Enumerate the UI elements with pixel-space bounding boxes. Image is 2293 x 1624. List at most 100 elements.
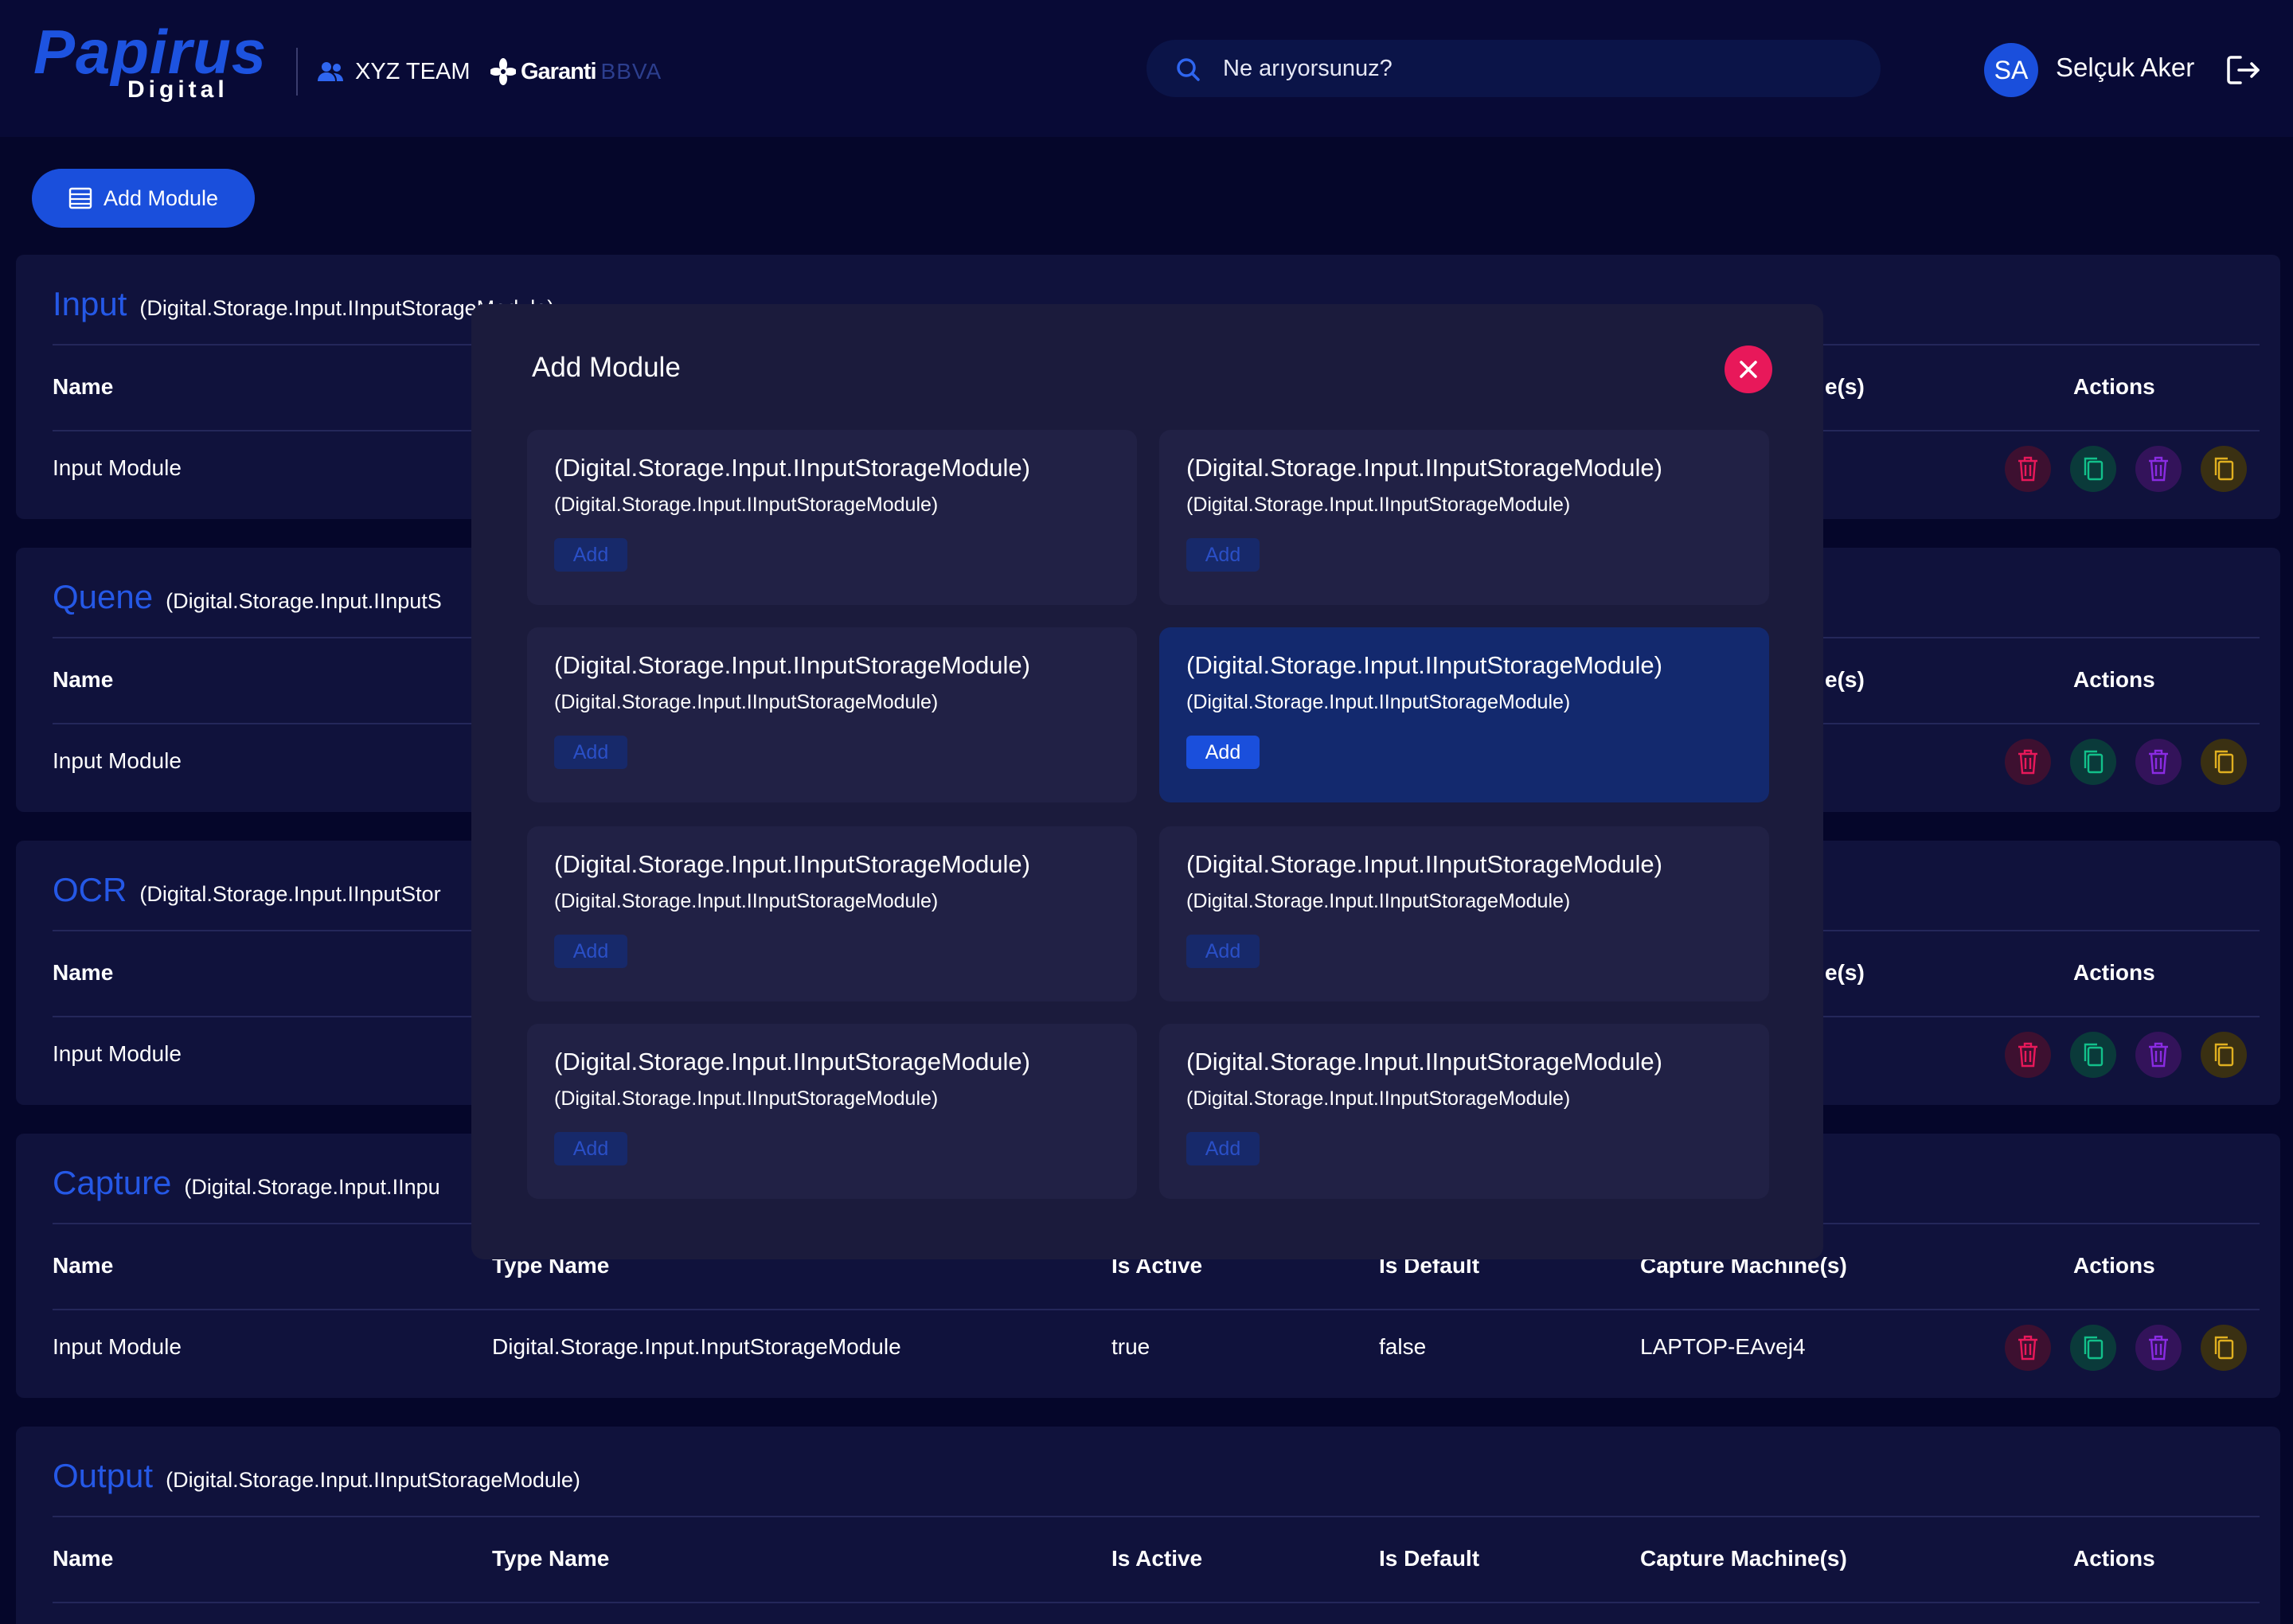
module-card[interactable]: (Digital.Storage.Input.IInputStorageModu…: [527, 627, 1137, 802]
add-button[interactable]: Add: [1186, 736, 1260, 769]
column-header-actions: Actions: [2073, 960, 2155, 985]
card-subtitle: (Digital.Storage.Input.IInputStorageModu…: [1186, 1087, 1571, 1110]
delete-button[interactable]: [2005, 739, 2051, 785]
users-icon: [318, 62, 343, 81]
delete-button[interactable]: [2135, 1032, 2182, 1078]
module-card[interactable]: (Digital.Storage.Input.IInputStorageModu…: [1159, 826, 1769, 1001]
column-header-type-name: Type Name: [492, 1546, 610, 1571]
add-button[interactable]: Add: [554, 538, 627, 572]
copy-icon: [2084, 750, 2104, 774]
team-selector[interactable]: XYZ TEAM: [317, 54, 471, 89]
copy-icon: [2084, 457, 2104, 481]
column-header-name: Name: [53, 1253, 114, 1278]
row-actions: [2005, 446, 2247, 492]
card-title: (Digital.Storage.Input.IInputStorageModu…: [554, 1048, 1030, 1076]
close-icon: [1740, 361, 1757, 378]
column-header-actions: Actions: [2073, 1546, 2155, 1571]
trash-icon: [2149, 749, 2168, 775]
add-button[interactable]: Add: [554, 1132, 627, 1165]
header-divider: [296, 48, 298, 96]
add-module-label: Add Module: [103, 185, 219, 210]
row-actions: [2005, 1032, 2247, 1078]
row-name: Input Module: [53, 455, 182, 480]
section-divider: [53, 1602, 2260, 1603]
trash-icon: [2149, 1335, 2168, 1360]
search-icon: [1177, 58, 1200, 81]
section-type: (Digital.Storage.Input.IInpu: [184, 1175, 440, 1199]
bank-logo: Garanti BBVA: [490, 54, 662, 89]
section-title: Quene: [53, 578, 154, 615]
section-heading: Capture (Digital.Storage.Input.IInpu: [53, 1164, 440, 1202]
copy-button[interactable]: [2070, 446, 2116, 492]
module-card[interactable]: (Digital.Storage.Input.IInputStorageModu…: [527, 430, 1137, 605]
column-header-capture-machines: Capture Machine(s): [1640, 1546, 1847, 1571]
card-subtitle: (Digital.Storage.Input.IInputStorageModu…: [1186, 890, 1571, 912]
column-header-actions: Actions: [2073, 667, 2155, 692]
module-card[interactable]: (Digital.Storage.Input.IInputStorageModu…: [1159, 430, 1769, 605]
trash-icon: [2018, 749, 2037, 775]
row-is-active: true: [1111, 1334, 1150, 1359]
copy-button[interactable]: [2201, 446, 2247, 492]
trash-icon: [2018, 1335, 2037, 1360]
papirus-logo[interactable]: Papirus Digital: [33, 21, 272, 108]
module-section-output: Output (Digital.Storage.Input.IInputStor…: [16, 1427, 2280, 1624]
close-button[interactable]: [1725, 345, 1772, 393]
username[interactable]: Selçuk Aker: [2056, 53, 2194, 83]
module-card[interactable]: (Digital.Storage.Input.IInputStorageModu…: [527, 826, 1137, 1001]
copy-button[interactable]: [2201, 1032, 2247, 1078]
row-type-name: Digital.Storage.Input.InputStorageModule: [492, 1334, 901, 1359]
bank-sub-name: BBVA: [600, 59, 662, 84]
delete-button[interactable]: [2005, 1325, 2051, 1371]
section-divider: [53, 1309, 2260, 1310]
delete-button[interactable]: [2135, 739, 2182, 785]
delete-button[interactable]: [2005, 446, 2051, 492]
search-input[interactable]: [1223, 40, 1844, 97]
copy-icon: [2214, 457, 2234, 481]
card-title: (Digital.Storage.Input.IInputStorageModu…: [554, 454, 1030, 482]
add-button[interactable]: Add: [554, 935, 627, 968]
module-card[interactable]: (Digital.Storage.Input.IInputStorageModu…: [1159, 1024, 1769, 1199]
copy-button[interactable]: [2201, 1325, 2247, 1371]
section-type: (Digital.Storage.Input.IInputS: [166, 589, 442, 613]
team-name: XYZ TEAM: [355, 58, 471, 84]
delete-button[interactable]: [2005, 1032, 2051, 1078]
add-button[interactable]: Add: [554, 736, 627, 769]
column-header-name: Name: [53, 1546, 114, 1571]
trash-icon: [2018, 456, 2037, 482]
copy-button[interactable]: [2201, 739, 2247, 785]
card-subtitle: (Digital.Storage.Input.IInputStorageModu…: [554, 691, 939, 713]
add-button[interactable]: Add: [1186, 538, 1260, 572]
delete-button[interactable]: [2135, 446, 2182, 492]
section-title: Capture: [53, 1164, 172, 1201]
delete-button[interactable]: [2135, 1325, 2182, 1371]
column-header-capture-machines: e(s): [1825, 960, 1865, 985]
row-capture-machines: LAPTOP-EAvej4: [1640, 1334, 1806, 1359]
add-button[interactable]: Add: [1186, 935, 1260, 968]
logo-sub-text: Digital: [127, 76, 229, 103]
search-bar[interactable]: [1146, 40, 1881, 97]
column-header-is-active: Is Active: [1111, 1546, 1203, 1571]
list-icon: [68, 187, 92, 209]
copy-button[interactable]: [2070, 1325, 2116, 1371]
add-module-button[interactable]: Add Module: [32, 169, 255, 228]
card-subtitle: (Digital.Storage.Input.IInputStorageModu…: [554, 890, 939, 912]
card-subtitle: (Digital.Storage.Input.IInputStorageModu…: [554, 1087, 939, 1110]
row-name: Input Module: [53, 748, 182, 773]
modal-title: Add Module: [532, 352, 681, 383]
module-card[interactable]: (Digital.Storage.Input.IInputStorageModu…: [527, 1024, 1137, 1199]
column-header-is-default: Is Default: [1379, 1546, 1480, 1571]
avatar[interactable]: SA: [1984, 43, 2038, 97]
module-card-selected[interactable]: (Digital.Storage.Input.IInputStorageModu…: [1159, 627, 1769, 802]
trash-icon: [2149, 456, 2168, 482]
copy-button[interactable]: [2070, 1032, 2116, 1078]
section-type: (Digital.Storage.Input.IInputStor: [139, 882, 441, 906]
column-header-actions: Actions: [2073, 374, 2155, 399]
logout-icon[interactable]: [2226, 54, 2261, 86]
copy-button[interactable]: [2070, 739, 2116, 785]
section-heading: OCR (Digital.Storage.Input.IInputStor: [53, 871, 441, 909]
add-button[interactable]: Add: [1186, 1132, 1260, 1165]
bank-name: Garanti: [521, 58, 597, 84]
row-actions: [2005, 1325, 2247, 1371]
card-title: (Digital.Storage.Input.IInputStorageModu…: [1186, 1048, 1662, 1076]
copy-icon: [2084, 1336, 2104, 1360]
